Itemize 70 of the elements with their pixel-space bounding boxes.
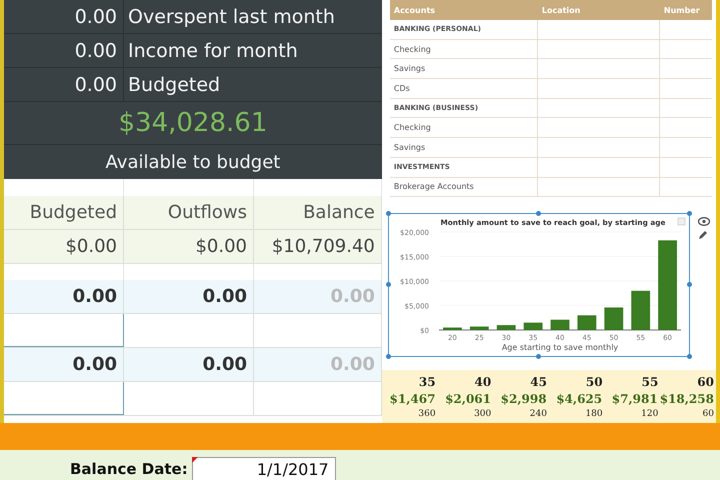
amount-cell-text: $2,998 (500, 391, 548, 408)
resize-handle[interactable] (686, 211, 692, 216)
resize-handle[interactable] (386, 211, 391, 216)
comment-marker-icon (192, 457, 198, 463)
summary-label: Budgeted (127, 72, 220, 98)
resize-handle[interactable] (686, 282, 692, 288)
table-cell: 0.00 (4, 348, 124, 381)
bar (470, 326, 489, 330)
table-cell: 0.00 (4, 280, 124, 313)
bar (577, 316, 596, 330)
input-cell[interactable] (4, 382, 124, 415)
resize-handle[interactable] (386, 282, 391, 288)
resize-handle[interactable] (536, 211, 541, 216)
account-label: Checking (390, 40, 538, 58)
age-cell-text: 60 (696, 374, 715, 391)
column-header: Balance (254, 196, 382, 229)
summary-amount: 0.00 (4, 0, 124, 33)
column-header: Budgeted (4, 196, 124, 229)
summary-label: Income for month (127, 38, 298, 64)
table-cell: $10,709.40 (254, 230, 382, 263)
balance-date-label: Balance Date: (70, 460, 188, 480)
months-cell-text: 240 (528, 408, 548, 421)
pencil-icon[interactable] (698, 230, 708, 240)
age-cell-text: 50 (584, 374, 604, 391)
balance-date-field[interactable]: 1/1/2017 (192, 457, 336, 480)
resize-handle[interactable] (536, 354, 541, 360)
age-cell-text: 40 (474, 374, 492, 391)
age-cell-text: 55 (640, 374, 660, 391)
amount-cell-text: $4,625 (555, 391, 604, 408)
available-label: Available to budget (106, 152, 280, 172)
resize-handle[interactable] (686, 354, 692, 360)
bar (604, 308, 624, 330)
table-cell: 0.00 (124, 280, 254, 313)
column-header: Accounts (392, 5, 436, 17)
account-label: Brokerage Accounts (390, 178, 538, 196)
eye-icon[interactable] (698, 217, 710, 226)
table-cell: 0.00 (254, 280, 382, 313)
column-header: Location (540, 5, 582, 17)
x-axis-title: Age starting to save monthly (502, 343, 618, 352)
bar (550, 320, 570, 330)
column-header: Number (662, 5, 701, 17)
account-label: Checking (390, 118, 538, 138)
table-cell: $0.00 (124, 230, 254, 263)
table-cell: $0.00 (4, 230, 124, 263)
column-header: Outflows (124, 196, 254, 229)
age-cell-text: 45 (529, 374, 548, 391)
available-amount: $34,028.61 (118, 108, 268, 138)
bar (496, 325, 516, 330)
bar (631, 291, 650, 330)
amount-cell-text: $7,981 (610, 391, 659, 408)
summary-label: Overspent last month (127, 4, 335, 30)
account-label: Savings (390, 59, 538, 78)
months-cell-text: 300 (473, 408, 492, 421)
months-cell-text: 120 (640, 408, 660, 421)
age-cell-text: 35 (418, 374, 437, 391)
resize-handle[interactable] (386, 354, 391, 360)
summary-amount: 0.00 (4, 68, 124, 101)
amount-cell-text: $1,467 (388, 391, 436, 408)
bar (524, 322, 542, 330)
amount-cell-text: $2,061 (444, 391, 492, 408)
months-cell-text: 60 (702, 408, 715, 421)
table-cell: 0.00 (124, 348, 254, 381)
account-label: CDs (390, 79, 538, 98)
account-label: Savings (390, 138, 538, 157)
input-cell[interactable] (4, 314, 124, 347)
summary-amount: 0.00 (4, 34, 124, 67)
months-cell-text: 180 (584, 408, 604, 421)
months-cell-text: 360 (417, 408, 437, 421)
bar (442, 328, 462, 330)
amount-cell-text: $18,258 (660, 391, 715, 408)
